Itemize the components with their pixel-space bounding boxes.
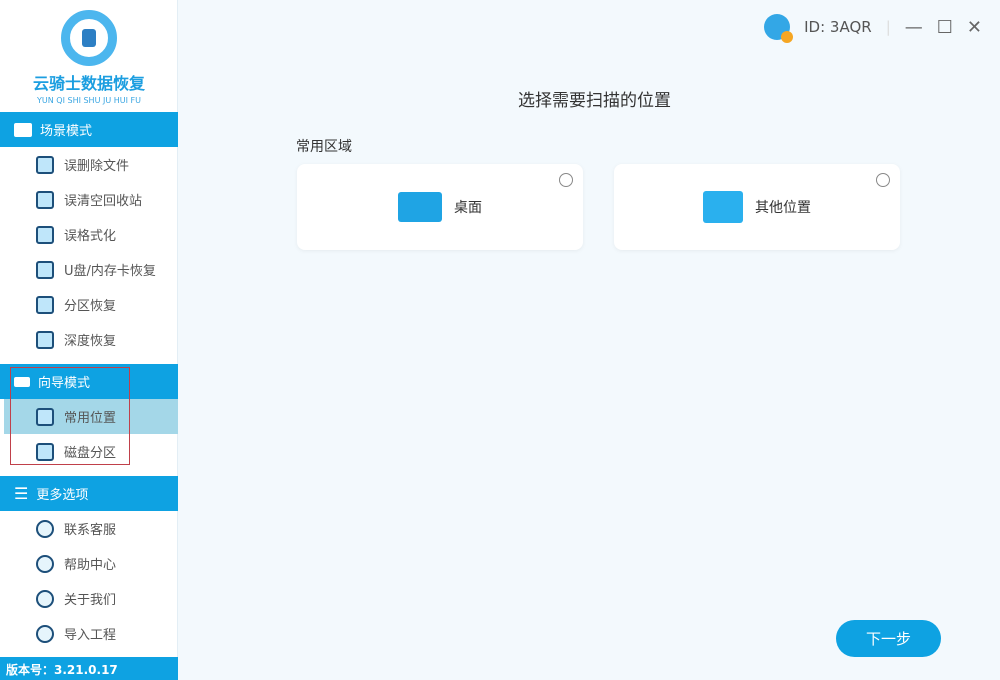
folder-icon	[703, 191, 743, 223]
trash-icon	[36, 330, 54, 349]
sidebar-item-help[interactable]: 帮助中心	[0, 546, 178, 581]
item-label: 导入工程	[64, 628, 117, 643]
version-label: 版本号：3.21.0.17	[0, 657, 178, 680]
import-icon	[36, 624, 54, 643]
sidebar-item-deleted-files[interactable]: 误删除文件	[0, 147, 178, 182]
menu-icon: ☰	[14, 484, 29, 503]
file-icon	[36, 155, 54, 174]
highlight-box	[10, 367, 130, 465]
card-label: 其他位置	[755, 200, 811, 216]
radio-button[interactable]	[876, 173, 890, 187]
minimize-button[interactable]: —	[905, 17, 923, 38]
item-label: 帮助中心	[64, 558, 117, 573]
item-label: 深度恢复	[64, 334, 117, 349]
info-icon	[36, 589, 54, 608]
item-label: U盘/内存卡恢复	[64, 264, 156, 279]
section-scene-mode[interactable]: 场景模式	[0, 112, 178, 147]
sidebar-item-deep[interactable]: 深度恢复	[0, 322, 178, 357]
maximize-button[interactable]: ☐	[937, 17, 953, 38]
monitor-icon	[14, 122, 32, 137]
divider: |	[885, 18, 891, 36]
title-bar: ID: 3AQR | — ☐ ✕	[764, 14, 982, 43]
app-name-en: YUN QI SHI SHU JU HUI FU	[37, 96, 141, 105]
location-card-other[interactable]: 其他位置	[614, 164, 900, 250]
sidebar-item-recycle-bin[interactable]: 误清空回收站	[0, 182, 178, 217]
item-label: 误删除文件	[64, 159, 130, 174]
logo-icon	[61, 10, 117, 66]
item-label: 关于我们	[64, 593, 117, 608]
location-card-desktop[interactable]: 桌面	[297, 164, 583, 250]
sidebar-item-partition[interactable]: 分区恢复	[0, 287, 178, 322]
item-label: 误格式化	[64, 229, 117, 244]
sidebar-item-usb-card[interactable]: U盘/内存卡恢复	[0, 252, 178, 287]
item-label: 联系客服	[64, 523, 117, 538]
radio-button[interactable]	[559, 173, 573, 187]
user-id: ID: 3AQR	[804, 18, 872, 36]
sidebar-item-support[interactable]: 联系客服	[0, 511, 178, 546]
disk-icon	[36, 295, 54, 314]
sidebar-item-about[interactable]: 关于我们	[0, 581, 178, 616]
floppy-icon	[36, 225, 54, 244]
app-logo: 云骑士数据恢复 YUN QI SHI SHU JU HUI FU	[0, 10, 178, 105]
sd-card-icon	[36, 260, 54, 279]
desktop-icon	[398, 192, 442, 222]
phone-icon	[36, 519, 54, 538]
item-label: 分区恢复	[64, 299, 117, 314]
card-label: 桌面	[454, 200, 482, 216]
sidebar: 云骑士数据恢复 YUN QI SHI SHU JU HUI FU 场景模式 误删…	[0, 0, 178, 680]
recycle-bin-icon	[36, 190, 54, 209]
question-icon	[36, 554, 54, 573]
avatar[interactable]	[764, 14, 794, 43]
app-name: 云骑士数据恢复	[32, 74, 145, 93]
next-button[interactable]: 下一步	[836, 620, 941, 657]
sidebar-item-format[interactable]: 误格式化	[0, 217, 178, 252]
section-label: 场景模式	[40, 124, 93, 139]
page-title: 选择需要扫描的位置	[518, 91, 671, 111]
item-label: 误清空回收站	[64, 194, 143, 209]
close-button[interactable]: ✕	[967, 17, 982, 38]
section-label: 更多选项	[36, 488, 89, 503]
section-more-options[interactable]: ☰ 更多选项	[0, 476, 178, 511]
sidebar-item-import[interactable]: 导入工程	[0, 616, 178, 651]
section-label: 常用区域	[296, 139, 352, 155]
